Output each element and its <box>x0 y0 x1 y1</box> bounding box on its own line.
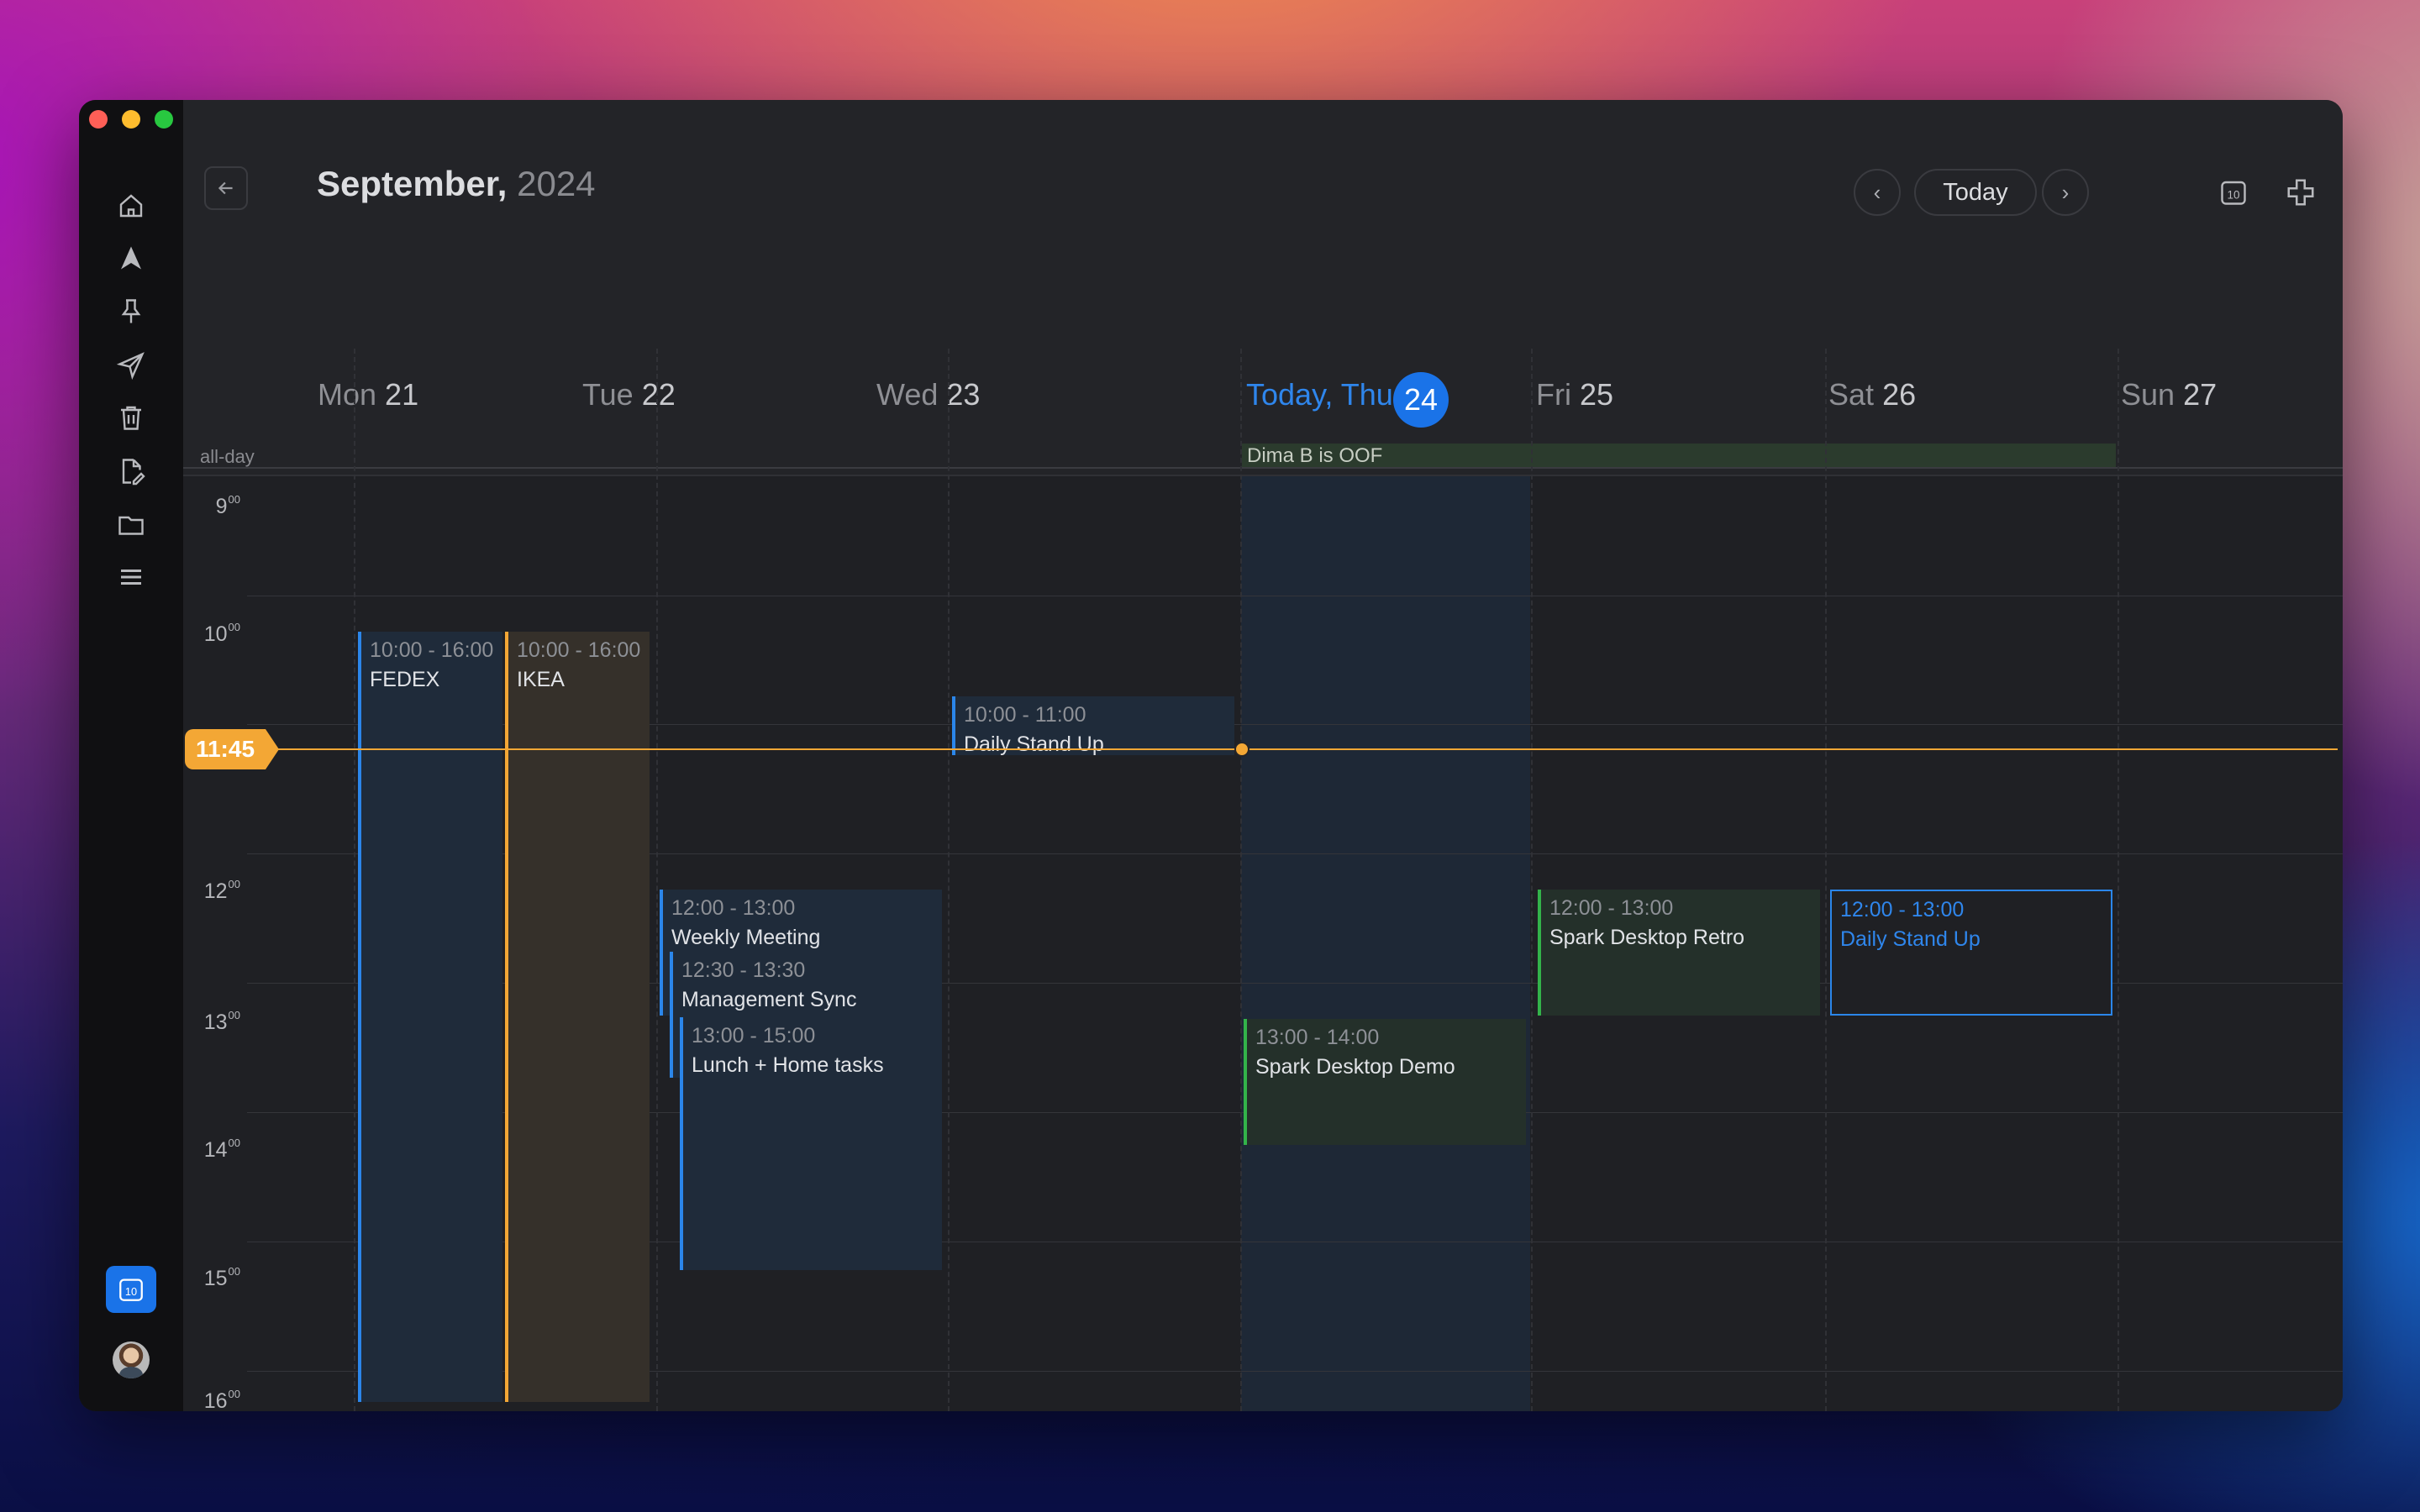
menu-icon[interactable] <box>114 560 148 594</box>
day-header-fri[interactable]: Fri 25 <box>1536 377 1613 412</box>
hour-label-9: 900 <box>215 493 240 518</box>
draft-document-icon[interactable] <box>114 454 148 488</box>
next-week-button[interactable]: › <box>2042 169 2089 216</box>
event-title: Daily Stand Up <box>964 732 1104 755</box>
calendar-icon: 10 <box>2221 181 2246 205</box>
day-header-mon[interactable]: Mon 21 <box>318 377 418 412</box>
today-column-highlight <box>1241 476 1530 1411</box>
event-time: 10:00 - 16:00 <box>517 638 641 662</box>
hour-label-10: 1000 <box>203 621 240 646</box>
day-header-sun[interactable]: Sun 27 <box>2121 377 2217 412</box>
day-divider <box>948 349 950 1411</box>
all-day-event[interactable]: Dima B is OOF <box>1242 444 2116 469</box>
day-divider <box>656 349 658 1411</box>
hour-label-12: 1200 <box>203 878 240 903</box>
event-ikea[interactable]: 10:00 - 16:00 IKEA <box>505 632 650 1402</box>
event-title: FEDEX <box>370 668 440 691</box>
event-time: 12:30 - 13:30 <box>681 958 806 982</box>
day-divider <box>354 349 355 1411</box>
event-title: Spark Desktop Demo <box>1255 1055 1455 1079</box>
event-title: Spark Desktop Retro <box>1549 926 1745 949</box>
event-lunch-home-tasks[interactable]: 13:00 - 15:00 Lunch + Home tasks <box>680 1017 942 1270</box>
event-spark-desktop-retro[interactable]: 12:00 - 13:00 Spark Desktop Retro <box>1538 890 1820 1016</box>
event-daily-standup-sat[interactable]: 12:00 - 13:00 Daily Stand Up <box>1830 890 2112 1016</box>
svg-text:10: 10 <box>125 1285 137 1298</box>
home-icon[interactable] <box>114 189 148 223</box>
arrow-left-icon <box>218 181 233 195</box>
minimize-window-button[interactable] <box>122 110 140 129</box>
current-time-dot <box>1234 742 1249 757</box>
event-spark-desktop-demo[interactable]: 13:00 - 14:00 Spark Desktop Demo <box>1244 1019 1526 1145</box>
calendar-picker-button[interactable]: 10 <box>2217 176 2250 209</box>
event-title: Weekly Meeting <box>671 926 821 949</box>
all-day-label: all-day <box>200 446 255 467</box>
current-time-badge: 11:45 <box>185 729 279 769</box>
pin-icon[interactable] <box>114 295 148 328</box>
trash-icon[interactable] <box>114 401 148 434</box>
calendar-view-button[interactable]: 10 <box>106 1266 156 1313</box>
day-header-wed[interactable]: Wed 23 <box>876 377 980 412</box>
event-time: 12:00 - 13:00 <box>1840 898 1965 921</box>
day-header-tue[interactable]: Tue 22 <box>582 377 676 412</box>
event-time: 10:00 - 11:00 <box>964 703 1086 727</box>
year-label: 2024 <box>517 164 596 203</box>
event-time: 10:00 - 16:00 <box>370 638 494 662</box>
month-title: September, 2024 <box>317 164 596 204</box>
svg-text:10: 10 <box>2227 189 2239 202</box>
calendar-window: 10 September, 2024 ‹ Today › 10 Mon 21 T… <box>79 100 2343 1411</box>
hour-label-15: 1500 <box>203 1265 240 1290</box>
calendar-icon: 10 <box>119 1278 143 1301</box>
navigation-arrow-icon[interactable] <box>114 241 148 275</box>
sidebar: 10 <box>79 100 183 1411</box>
add-event-button[interactable] <box>2284 176 2317 209</box>
event-time: 12:00 - 13:00 <box>671 896 796 920</box>
day-divider <box>1531 349 1533 1411</box>
close-window-button[interactable] <box>89 110 108 129</box>
folder-icon[interactable] <box>114 508 148 542</box>
event-fedex[interactable]: 10:00 - 16:00 FEDEX <box>358 632 502 1402</box>
day-divider <box>1240 349 1242 1411</box>
month-label: September, <box>317 164 508 203</box>
day-header-sat[interactable]: Sat 26 <box>1828 377 1916 412</box>
today-date-badge[interactable]: 24 <box>1393 372 1449 428</box>
current-time-line <box>263 748 2338 750</box>
event-time: 13:00 - 15:00 <box>692 1024 816 1047</box>
day-header-today[interactable]: Today, Thu <box>1246 377 1393 412</box>
hour-label-16: 1600 <box>203 1388 240 1411</box>
chevron-right-icon: › <box>2061 179 2070 205</box>
event-daily-standup-wed[interactable]: 10:00 - 11:00 Daily Stand Up <box>952 696 1234 755</box>
zoom-window-button[interactable] <box>155 110 173 129</box>
event-title: IKEA <box>517 668 565 691</box>
today-button[interactable]: Today <box>1914 169 2037 216</box>
calendar-main: September, 2024 ‹ Today › 10 Mon 21 Tue … <box>183 100 2343 1411</box>
previous-week-button[interactable]: ‹ <box>1854 169 1901 216</box>
plus-icon <box>2287 179 2314 206</box>
all-day-separator <box>183 467 2343 469</box>
hour-label-14: 1400 <box>203 1137 240 1162</box>
back-button[interactable] <box>204 166 248 210</box>
send-icon[interactable] <box>114 349 148 382</box>
chevron-left-icon: ‹ <box>1873 179 1881 205</box>
event-title: Lunch + Home tasks <box>692 1053 884 1077</box>
event-time: 12:00 - 13:00 <box>1549 896 1674 920</box>
user-avatar[interactable] <box>113 1341 150 1378</box>
hour-label-13: 1300 <box>203 1009 240 1034</box>
event-time: 13:00 - 14:00 <box>1255 1026 1380 1049</box>
day-divider <box>2118 349 2119 1411</box>
event-title: Daily Stand Up <box>1840 927 1981 951</box>
day-divider <box>1825 349 1827 1411</box>
event-title: Management Sync <box>681 988 857 1011</box>
